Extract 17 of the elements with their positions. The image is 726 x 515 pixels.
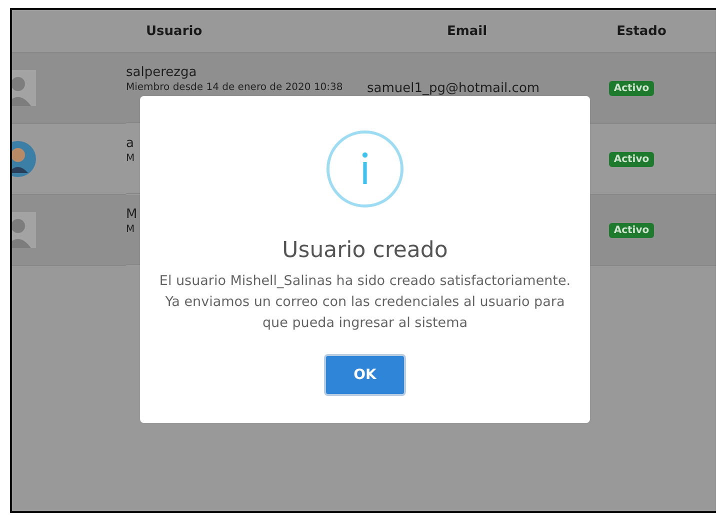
column-header: Usuario [146,24,202,38]
status-badge: Activo [608,222,654,238]
status-badge: Activo [608,152,654,166]
member-since: M [126,153,136,164]
ok-button[interactable]: OK [324,354,406,396]
member-since: M [126,224,136,235]
column-header: Estado [616,24,666,38]
username: salperezga [126,65,198,80]
status-badge: Activo [608,80,654,96]
email-text: samuel1_pg@hotmail.com [367,80,541,96]
username: a [126,136,135,151]
dialog-title: Usuario creado [282,238,448,263]
dialog-message: El usuario Mishell_Salinas ha sido creado satisfactoriamente. Ya enviamos un correo con las credenciales al usuario para que pueda ingresar al sistema [158,272,572,333]
member-since: Miembro desde 14 de enero de 2020 10:38 [126,82,344,93]
username: M [126,207,138,222]
column-header: Email [446,24,488,38]
info-icon [326,130,404,208]
